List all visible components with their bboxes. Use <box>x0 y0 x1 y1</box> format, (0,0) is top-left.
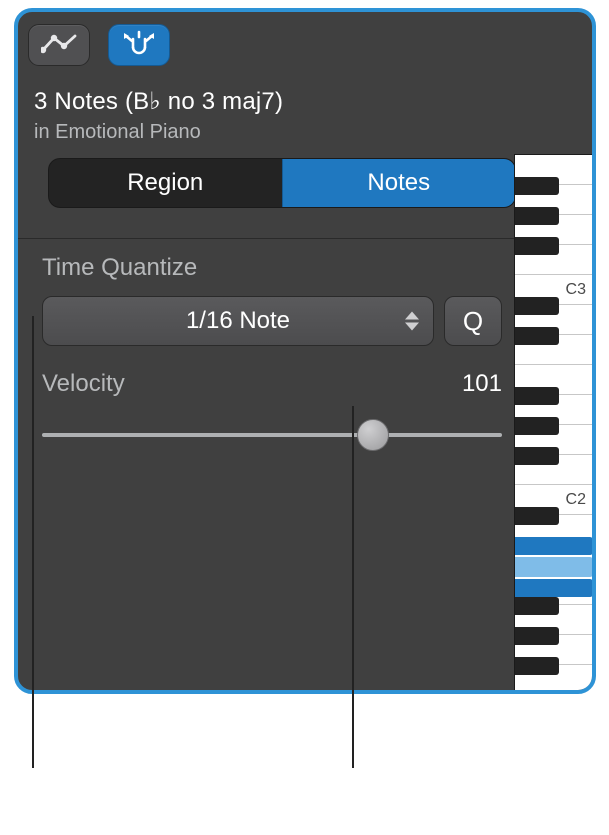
velocity-slider[interactable] <box>42 422 502 448</box>
slider-track <box>42 433 502 437</box>
velocity-label: Velocity <box>42 370 125 398</box>
selection-title: 3 Notes (B♭ no 3 maj7) <box>34 88 592 117</box>
callout-line <box>32 316 34 768</box>
highlighted-note[interactable] <box>515 557 593 577</box>
black-key[interactable] <box>515 297 559 315</box>
track-name: in Emotional Piano <box>34 121 592 144</box>
black-key[interactable] <box>515 447 559 465</box>
catch-tool-button[interactable] <box>108 24 170 66</box>
automation-tool-button[interactable] <box>28 24 90 66</box>
quantize-apply-button[interactable]: Q <box>444 296 502 346</box>
black-key[interactable] <box>515 387 559 405</box>
divider <box>18 238 516 239</box>
tab-region-label: Region <box>127 169 203 197</box>
black-key[interactable] <box>515 417 559 435</box>
black-key[interactable] <box>515 627 559 645</box>
inspector-tabs: Region Notes <box>48 158 516 208</box>
black-key[interactable] <box>515 327 559 345</box>
black-key[interactable] <box>515 657 559 675</box>
automation-icon <box>41 32 77 59</box>
black-key[interactable] <box>515 177 559 195</box>
highlighted-note[interactable] <box>515 579 593 597</box>
slider-thumb[interactable] <box>357 419 389 451</box>
velocity-value: 101 <box>462 370 502 398</box>
highlighted-note[interactable] <box>515 537 593 555</box>
callout-line <box>352 406 354 768</box>
time-quantize-label: Time Quantize <box>42 254 502 282</box>
time-quantize-popup[interactable]: 1/16 Note <box>42 296 434 346</box>
chevron-updown-icon <box>405 312 419 331</box>
black-key[interactable] <box>515 237 559 255</box>
black-key[interactable] <box>515 207 559 225</box>
mute-tool-icon <box>122 30 156 61</box>
tab-region[interactable]: Region <box>49 159 282 207</box>
tab-notes[interactable]: Notes <box>282 159 516 207</box>
tab-notes-label: Notes <box>367 169 430 197</box>
black-key[interactable] <box>515 597 559 615</box>
piano-keyboard[interactable] <box>514 154 592 690</box>
time-quantize-value: 1/16 Note <box>186 307 290 335</box>
black-key[interactable] <box>515 507 559 525</box>
quantize-button-label: Q <box>463 306 483 337</box>
